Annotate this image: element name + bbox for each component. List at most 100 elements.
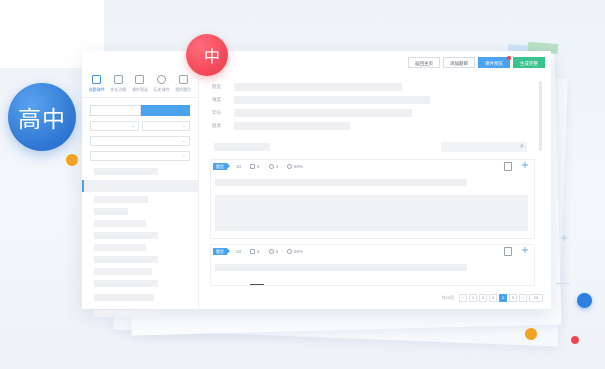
chevron-down-icon: ⌄ bbox=[181, 138, 186, 144]
filter-options[interactable] bbox=[234, 82, 402, 91]
homework-icon bbox=[113, 75, 123, 84]
search-row: ⌕ bbox=[212, 141, 532, 153]
tree-item[interactable] bbox=[94, 208, 128, 215]
question-rate: 60% bbox=[287, 249, 303, 254]
separator-dash bbox=[250, 284, 264, 285]
version-select[interactable]: ⌄ bbox=[90, 136, 190, 146]
eye-icon bbox=[268, 249, 274, 254]
decor-dot bbox=[525, 328, 537, 340]
tab-label: 历史课件 bbox=[153, 87, 170, 92]
pagination-next[interactable]: › bbox=[519, 294, 527, 302]
scrollbar[interactable] bbox=[539, 81, 542, 151]
tab-label: 我的题目 bbox=[175, 87, 192, 92]
search-input[interactable] bbox=[441, 142, 527, 152]
pagination-page[interactable]: 2 bbox=[479, 294, 487, 302]
question-files: 5 bbox=[250, 164, 260, 169]
filter-row: 年份 bbox=[212, 108, 412, 117]
tree-item[interactable] bbox=[94, 244, 146, 251]
tab-label: 课件筛选 bbox=[131, 87, 148, 92]
filter-row: 难度 bbox=[212, 95, 430, 104]
pagination-prev[interactable]: ‹ bbox=[459, 294, 467, 302]
clock-icon bbox=[287, 249, 293, 254]
grade-select[interactable]: ⌄ bbox=[90, 121, 139, 131]
sidebar: 选题课件 作业详解 课件筛选 历史课件 我的题目 ⌄ ⌄ ⌄ ⌄ bbox=[82, 72, 199, 317]
tree-item[interactable] bbox=[94, 268, 152, 275]
filter-label: 题源 bbox=[212, 122, 221, 128]
segment-option-right[interactable] bbox=[141, 105, 190, 116]
tree-item[interactable] bbox=[94, 280, 158, 287]
toolbar: 返回主页 添加题目 课件预览 生成完整 bbox=[408, 56, 545, 68]
count-value: 10 bbox=[236, 164, 242, 169]
document-icon[interactable] bbox=[504, 246, 512, 256]
tree-item-active[interactable] bbox=[82, 180, 199, 192]
tree-item[interactable] bbox=[94, 232, 158, 239]
tree-item[interactable] bbox=[94, 294, 154, 301]
filter-doc-icon bbox=[135, 75, 145, 84]
question-text bbox=[215, 179, 467, 186]
question-count: 10 bbox=[236, 249, 241, 254]
rate-value: 60% bbox=[294, 249, 304, 254]
chevron-down-icon: ⌄ bbox=[130, 123, 135, 129]
tab-courseware[interactable]: 选题课件 bbox=[86, 75, 108, 93]
tree-item[interactable] bbox=[94, 168, 158, 175]
filter-options[interactable] bbox=[234, 108, 412, 117]
add-question-button[interactable]: 添加题目 bbox=[443, 57, 475, 68]
back-home-button[interactable]: 返回主页 bbox=[408, 57, 440, 68]
plus-icon[interactable]: + bbox=[520, 161, 530, 171]
tab-label: 选题课件 bbox=[88, 87, 105, 92]
filter-row: 题源 bbox=[212, 121, 350, 130]
tab-filter[interactable]: 课件筛选 bbox=[129, 75, 151, 93]
question-card: 题型 10 5 3 60% + bbox=[210, 244, 535, 286]
main-panel: 返回主页 添加题目 课件预览 生成完整 题型 难度 年份 题源 ⌕ 题型 10 … bbox=[200, 51, 551, 309]
search-icon[interactable]: ⌕ bbox=[520, 142, 524, 151]
tab-label: 作业详解 bbox=[110, 87, 127, 92]
filter-options[interactable] bbox=[234, 95, 430, 104]
tree-item[interactable] bbox=[94, 310, 158, 317]
question-card: 题型 10 5 3 60% + bbox=[210, 159, 535, 239]
rate-value: 60% bbox=[294, 164, 304, 169]
segment-option-left[interactable] bbox=[90, 105, 141, 116]
pagination-page[interactable]: 1 bbox=[469, 294, 477, 302]
sort-control[interactable] bbox=[214, 143, 270, 151]
pagination-page[interactable]: 3 bbox=[489, 294, 497, 302]
question-files: 5 bbox=[250, 249, 260, 254]
filter-row: 题型 bbox=[212, 82, 402, 91]
question-actions: + bbox=[504, 246, 530, 256]
subject-select[interactable]: ⌄ bbox=[142, 121, 190, 131]
tree-item[interactable] bbox=[94, 196, 148, 203]
preview-button[interactable]: 课件预览 bbox=[478, 56, 511, 68]
plus-icon[interactable]: + bbox=[520, 246, 530, 256]
grade-level-badge: 高中 bbox=[8, 83, 76, 151]
chevron-down-icon: ⌄ bbox=[181, 153, 186, 159]
tab-homework[interactable]: 作业详解 bbox=[108, 75, 130, 93]
filter-options[interactable] bbox=[234, 121, 350, 130]
pagination-page-active[interactable]: 4 bbox=[499, 294, 507, 302]
chevron-down-icon: ⌄ bbox=[181, 123, 186, 129]
views-value: 3 bbox=[275, 249, 279, 254]
question-rate: 60% bbox=[287, 164, 303, 169]
question-text bbox=[215, 264, 467, 271]
filter-label: 题型 bbox=[212, 83, 221, 89]
question-card-header: 题型 10 5 3 60% + bbox=[211, 245, 534, 258]
files-value: 5 bbox=[257, 249, 260, 254]
decor-dot bbox=[66, 154, 78, 166]
tree-item[interactable] bbox=[94, 256, 158, 263]
tab-history[interactable]: 历史课件 bbox=[151, 75, 173, 93]
history-clock-icon bbox=[157, 75, 167, 84]
document-icon[interactable] bbox=[504, 161, 512, 171]
app-window: 选题课件 作业详解 课件筛选 历史课件 我的题目 ⌄ ⌄ ⌄ ⌄ 返回主页 添加… bbox=[82, 51, 551, 317]
eye-icon bbox=[268, 164, 274, 169]
pagination-page[interactable]: 5 bbox=[509, 294, 517, 302]
generate-button[interactable]: 生成完整 bbox=[513, 57, 545, 68]
pagination-jump[interactable]: 20 bbox=[529, 294, 543, 302]
question-type-tag: 题型 bbox=[213, 248, 230, 255]
chapter-select[interactable]: ⌄ bbox=[90, 151, 190, 161]
tab-my-questions[interactable]: 我的题目 bbox=[172, 75, 194, 93]
courseware-icon bbox=[92, 75, 102, 84]
tree-item[interactable] bbox=[94, 220, 146, 227]
pagination: 共20页 ‹ 1 2 3 4 5 › 20 bbox=[442, 294, 543, 302]
views-value: 3 bbox=[275, 164, 279, 169]
question-count: 10 bbox=[236, 164, 241, 169]
question-type-tag: 题型 bbox=[213, 163, 230, 170]
filter-label: 难度 bbox=[212, 96, 221, 102]
